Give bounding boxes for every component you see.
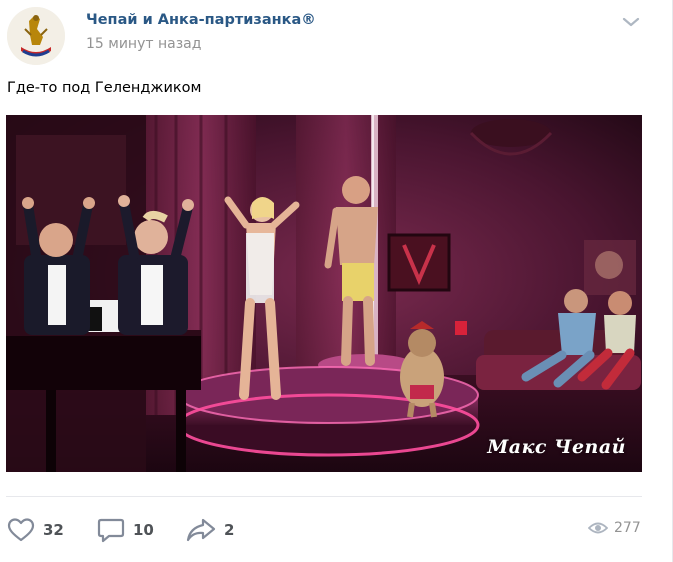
strip-club-scene-image <box>6 115 642 472</box>
eye-icon <box>588 522 608 534</box>
post-time[interactable]: 15 минут назад <box>86 36 201 52</box>
like-button[interactable]: 32 <box>7 516 64 544</box>
views-count: 277 <box>614 520 641 536</box>
post-author[interactable]: Чепай и Анка-партизанка® <box>86 12 316 28</box>
share-arrow-icon <box>186 518 216 542</box>
shares-count: 2 <box>224 521 235 539</box>
views-counter: 277 <box>588 520 641 536</box>
share-button[interactable]: 2 <box>186 516 234 544</box>
heart-icon <box>7 518 35 542</box>
post-card: Чепай и Анка-партизанка® 15 минут назад … <box>0 0 673 562</box>
avatar[interactable] <box>7 7 65 65</box>
actions-divider <box>6 496 642 497</box>
likes-count: 32 <box>43 521 64 539</box>
chevron-down-icon[interactable] <box>620 14 642 30</box>
post-text: Где-то под Геленджиком <box>7 80 202 96</box>
comments-count: 10 <box>133 521 154 539</box>
post-image[interactable]: Макс Чепай <box>6 115 642 472</box>
coat-of-arms-avatar <box>7 7 65 65</box>
image-watermark-caption: Макс Чепай <box>487 436 626 458</box>
comment-icon <box>97 518 125 543</box>
comment-button[interactable]: 10 <box>97 516 154 544</box>
